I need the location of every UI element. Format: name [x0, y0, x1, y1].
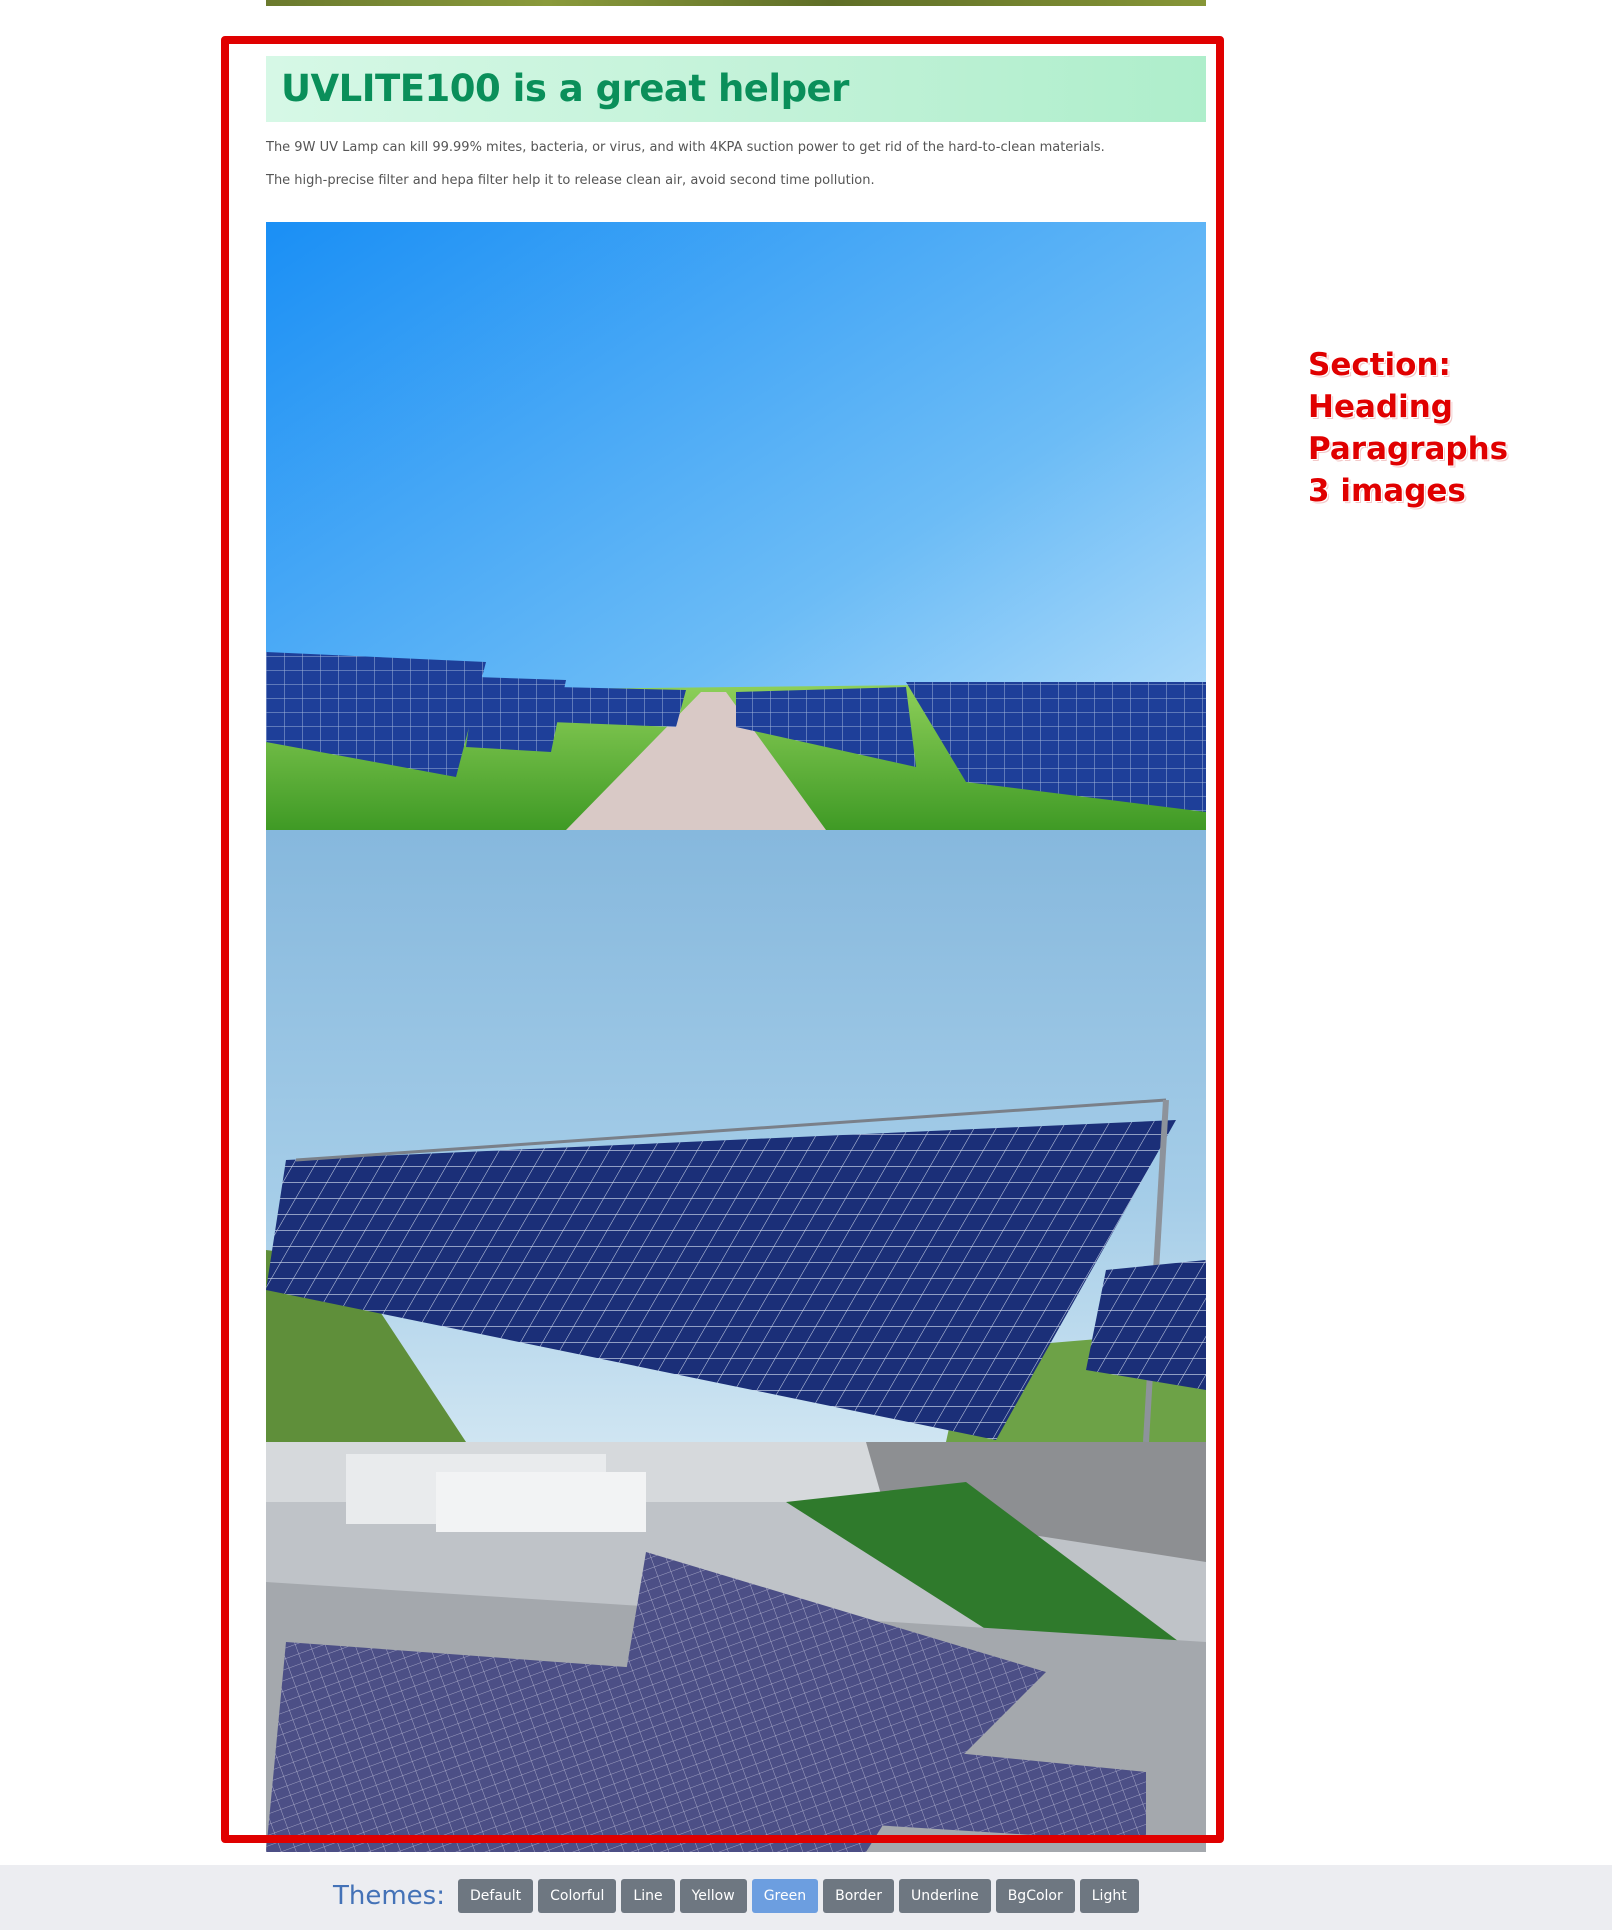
section-heading: UVLITE100 is a great helper	[266, 56, 1206, 122]
image-stack	[266, 222, 1206, 1852]
solar-field-illustration	[266, 222, 1206, 830]
theme-button-line[interactable]: Line	[621, 1879, 675, 1913]
content-section: UVLITE100 is a great helper The 9W UV La…	[266, 56, 1206, 1852]
paragraph-1: The 9W UV Lamp can kill 99.99% mites, ba…	[266, 140, 1105, 155]
page: UVLITE100 is a great helper The 9W UV La…	[0, 0, 1612, 1930]
themes-bar: Themes: Default Colorful Line Yellow Gre…	[0, 1865, 1612, 1930]
theme-button-colorful[interactable]: Colorful	[538, 1879, 617, 1913]
theme-button-green[interactable]: Green	[751, 1879, 819, 1913]
tilted-array-illustration	[266, 830, 1206, 1442]
theme-button-default[interactable]: Default	[458, 1879, 534, 1913]
annotation-line-1: Section:	[1308, 347, 1451, 383]
theme-button-bgcolor[interactable]: BgColor	[995, 1879, 1075, 1913]
annotation-line-3: Paragraphs	[1308, 431, 1509, 467]
themes-controls: Themes: Default Colorful Line Yellow Gre…	[333, 1879, 1139, 1913]
paragraph-2: The high-precise filter and hepa filter …	[266, 173, 875, 188]
tilted-solar-array-image	[266, 830, 1206, 1442]
rooftop-solar-image	[266, 1442, 1206, 1852]
annotation-line-2: Heading	[1308, 389, 1453, 425]
theme-button-border[interactable]: Border	[823, 1879, 895, 1913]
themes-label: Themes:	[333, 1881, 445, 1911]
theme-button-yellow[interactable]: Yellow	[679, 1879, 747, 1913]
section-annotation: Section: Heading Paragraphs 3 images	[1308, 344, 1568, 512]
rooftop-illustration	[266, 1442, 1206, 1852]
theme-button-underline[interactable]: Underline	[899, 1879, 991, 1913]
theme-button-light[interactable]: Light	[1079, 1879, 1139, 1913]
top-image-strip	[266, 0, 1206, 6]
annotation-line-4: 3 images	[1308, 473, 1466, 509]
solar-field-image	[266, 222, 1206, 830]
